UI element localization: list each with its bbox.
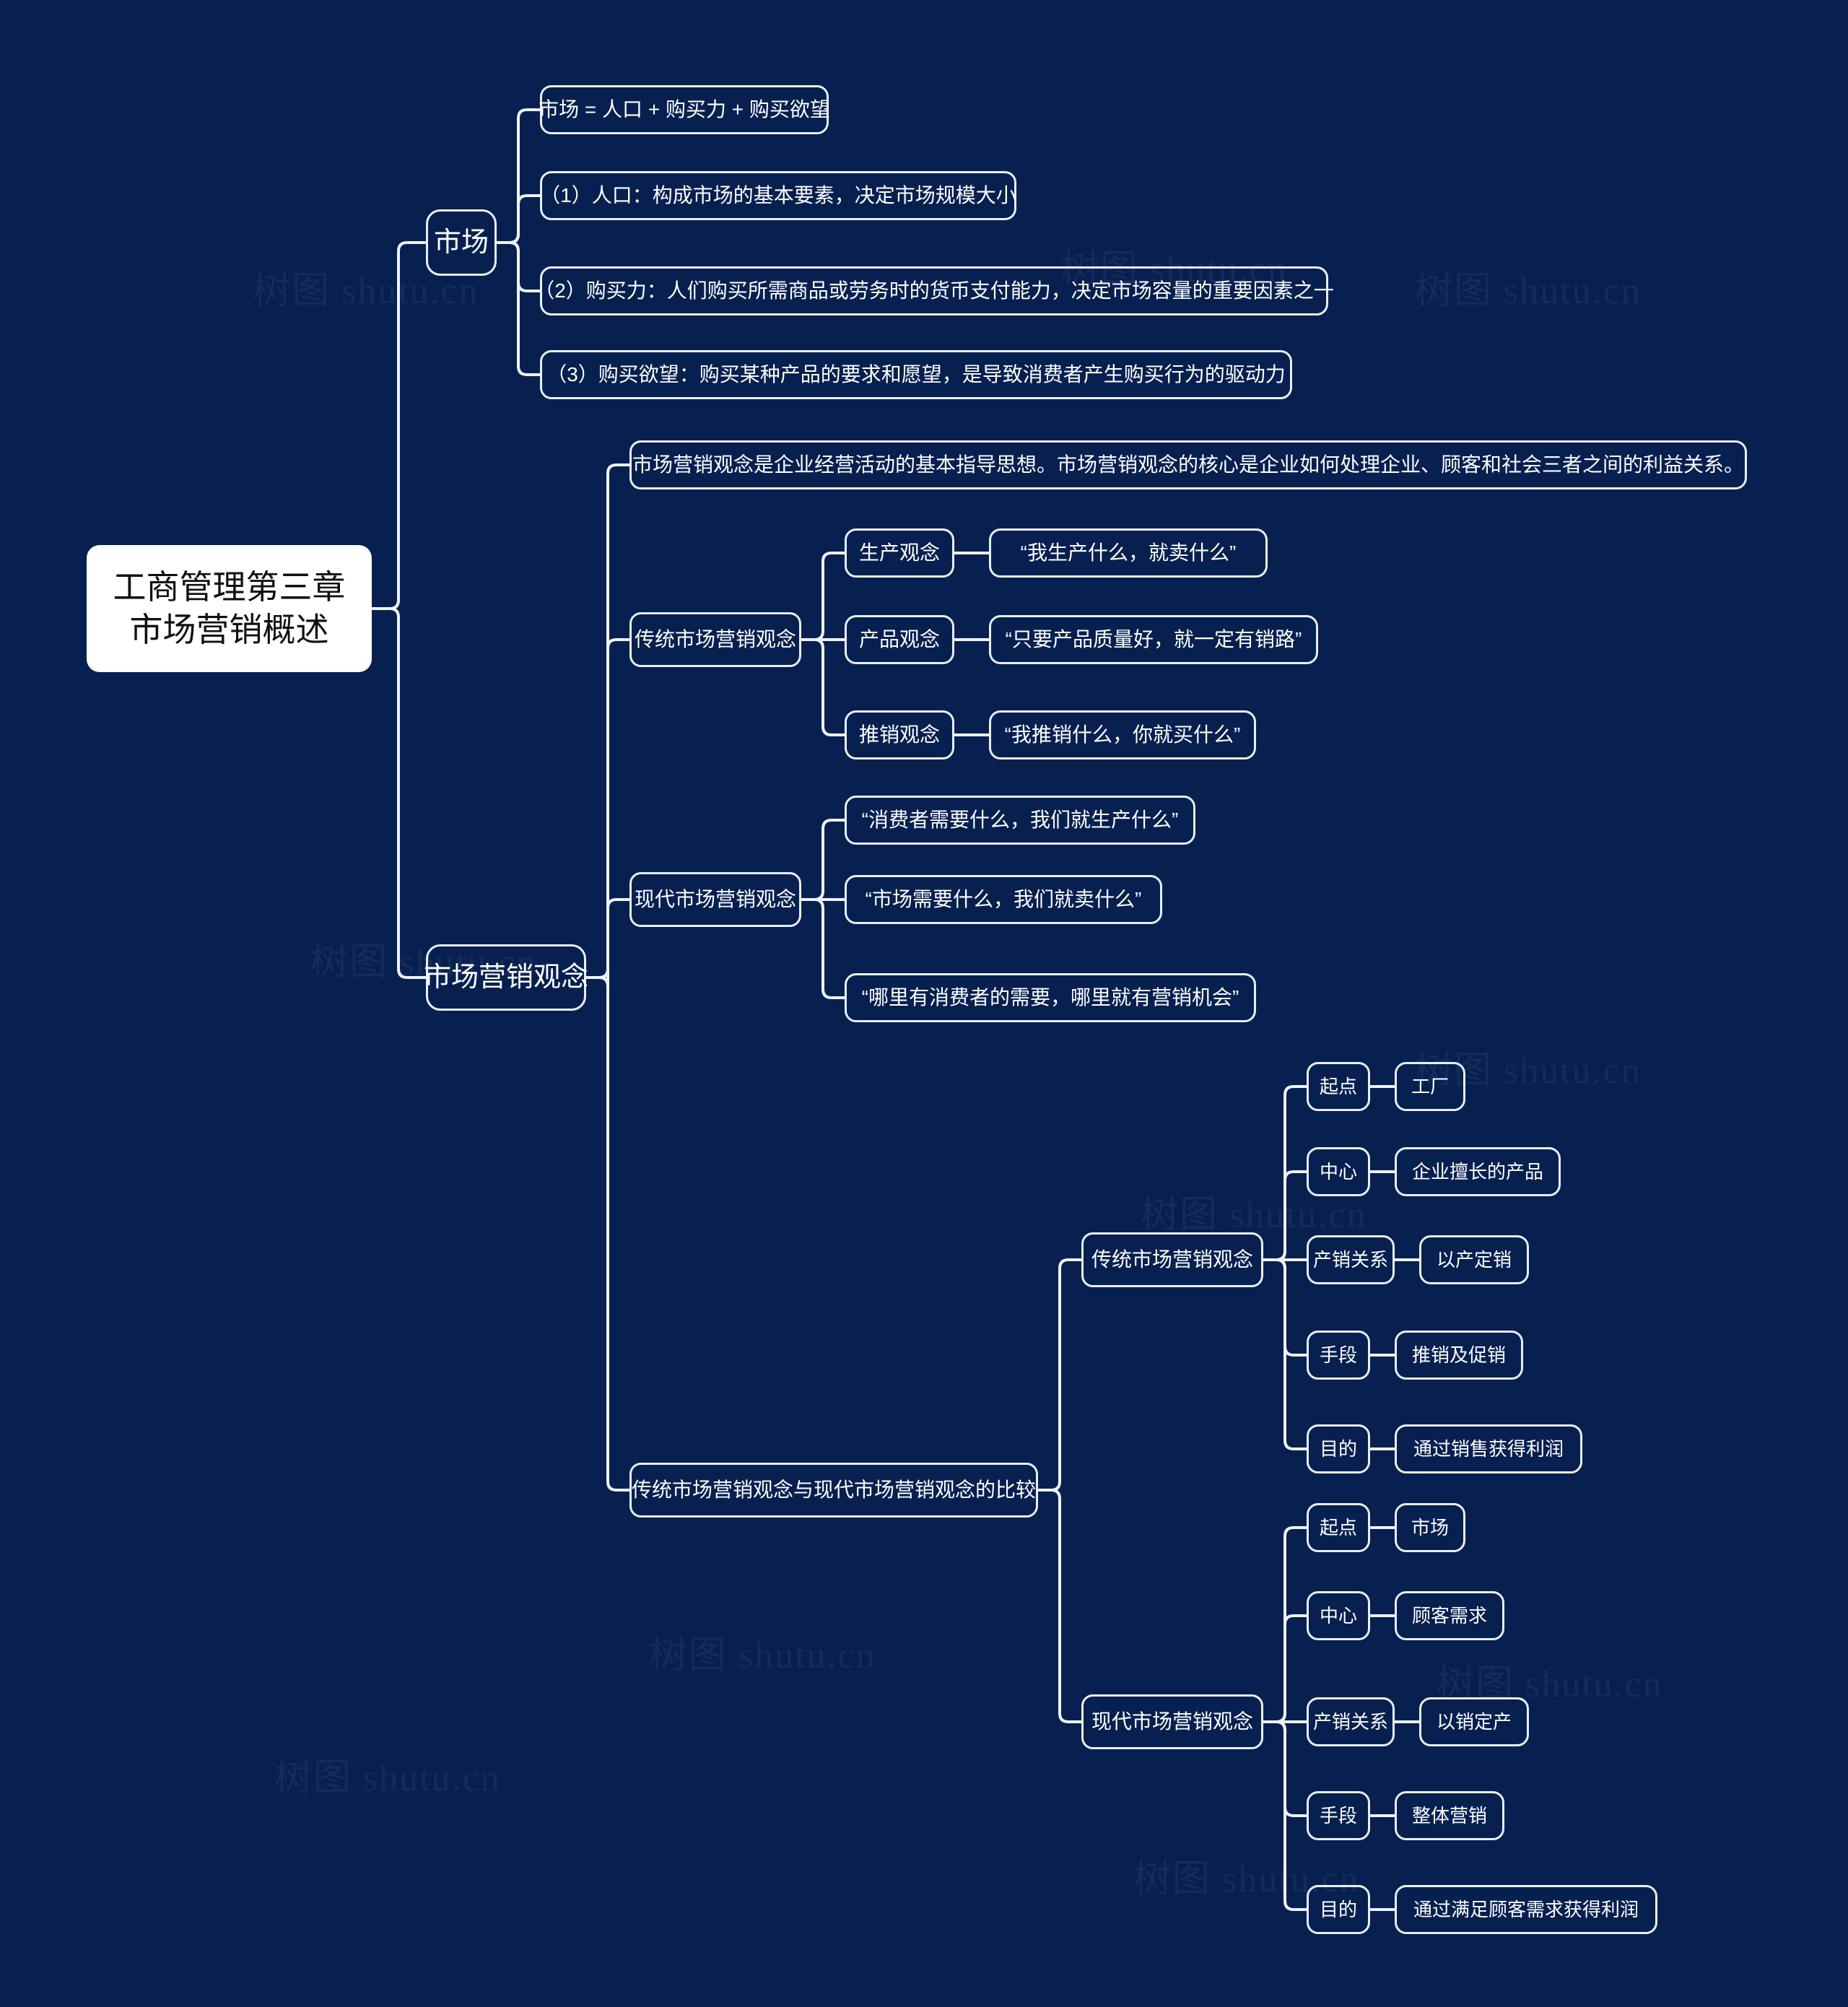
market-population[interactable]: （1）人口：构成市场的基本要素，决定市场规模大小 (540, 171, 1016, 220)
trad-row-value-relation[interactable]: 以产定销 (1419, 1235, 1529, 1284)
watermark: 树图 shutu.cn (274, 1758, 501, 1799)
trad-row-key-start[interactable]: 起点 (1307, 1062, 1370, 1111)
root-title-line1: 工商管理第三章 (113, 568, 346, 606)
market-formula[interactable]: 市场 = 人口 + 购买力 + 购买欲望 (539, 85, 830, 134)
comparison-traditional-label: 传统市场营销观念 (1091, 1248, 1254, 1271)
mod-row-value-means-label: 整体营销 (1411, 1805, 1487, 1827)
trad-row-value-means-label: 推销及促销 (1411, 1344, 1506, 1366)
market-formula-label: 市场 = 人口 + 购买力 + 购买欲望 (539, 98, 830, 121)
root-node[interactable]: 工商管理第三章 市场营销概述 (87, 545, 372, 672)
mod-row-key-start[interactable]: 起点 (1307, 1503, 1370, 1552)
mod-row-value-relation[interactable]: 以销定产 (1419, 1697, 1529, 1746)
market-purchase-desire[interactable]: （3）购买欲望：购买某种产品的要求和愿望，是导致消费者产生购买行为的驱动力 (540, 350, 1292, 399)
trad-row-value-center[interactable]: 企业擅长的产品 (1395, 1147, 1561, 1196)
modern-slogan-2-label: “市场需要什么，我们就卖什么” (865, 888, 1142, 910)
mod-row-key-means[interactable]: 手段 (1307, 1791, 1370, 1840)
trad-row-value-start-label: 工厂 (1411, 1076, 1450, 1097)
trad-row-key-purpose[interactable]: 目的 (1307, 1424, 1370, 1473)
modern-slogan-2[interactable]: “市场需要什么，我们就卖什么” (845, 875, 1162, 924)
trad-row-key-means[interactable]: 手段 (1307, 1331, 1370, 1380)
market-purchase-desire-label: （3）购买欲望：购买某种产品的要求和愿望，是导致消费者产生购买行为的驱动力 (546, 363, 1286, 386)
root-title-line2: 市场营销概述 (129, 611, 329, 648)
comparison-traditional[interactable]: 传统市场营销观念 (1081, 1232, 1263, 1287)
traditional-marketing-concept[interactable]: 传统市场营销观念 (629, 612, 801, 667)
modern-slogan-3-label: “哪里有消费者的需要，哪里就有营销机会” (861, 986, 1239, 1009)
trad-row-value-start[interactable]: 工厂 (1395, 1062, 1465, 1111)
modern-marketing-concept[interactable]: 现代市场营销观念 (629, 872, 801, 927)
trad-row-key-means-label: 手段 (1320, 1344, 1358, 1366)
comparison-modern[interactable]: 现代市场营销观念 (1081, 1694, 1263, 1749)
concept-product-label: 产品观念 (859, 628, 941, 650)
mod-row-value-center-label: 顾客需求 (1411, 1605, 1487, 1627)
concept-production-label: 生产观念 (859, 541, 941, 564)
concept-selling-slogan[interactable]: “我推销什么，你就买什么” (989, 710, 1256, 759)
mod-row-value-start-label: 市场 (1411, 1517, 1450, 1538)
concept-product-slogan-label: “只要产品质量好，就一定有销路” (1005, 628, 1302, 650)
mod-row-key-purpose[interactable]: 目的 (1307, 1885, 1370, 1934)
mod-row-value-means[interactable]: 整体营销 (1395, 1791, 1504, 1840)
concept-selling-label: 推销观念 (859, 723, 941, 746)
concept-product-slogan[interactable]: “只要产品质量好，就一定有销路” (989, 615, 1318, 664)
mod-row-value-relation-label: 以销定产 (1436, 1711, 1512, 1733)
mod-row-key-start-label: 起点 (1320, 1517, 1358, 1538)
mod-row-key-center-label: 中心 (1320, 1605, 1358, 1627)
mod-row-key-center[interactable]: 中心 (1307, 1591, 1370, 1640)
trad-row-key-start-label: 起点 (1320, 1076, 1358, 1097)
mod-row-value-start[interactable]: 市场 (1395, 1503, 1465, 1552)
mod-row-key-purpose-label: 目的 (1320, 1899, 1358, 1920)
trad-row-value-relation-label: 以产定销 (1436, 1249, 1512, 1271)
mod-row-key-relation[interactable]: 产销关系 (1307, 1697, 1395, 1746)
trad-row-value-purpose[interactable]: 通过销售获得利润 (1395, 1424, 1582, 1473)
mod-row-value-center[interactable]: 顾客需求 (1395, 1591, 1504, 1640)
mindmap-canvas: 树图 shutu.cn 树图 shutu.cn 树图 shutu.cn 树图 s… (0, 0, 1848, 2007)
comparison-node-label: 传统市场营销观念与现代市场营销观念的比较 (632, 1479, 1037, 1501)
modern-slogan-1-label: “消费者需要什么，我们就生产什么” (861, 809, 1179, 831)
trad-row-key-relation-label: 产销关系 (1313, 1249, 1389, 1271)
branch-marketing-concept[interactable]: 市场营销观念 (424, 944, 589, 1011)
trad-row-value-purpose-label: 通过销售获得利润 (1413, 1438, 1564, 1460)
branch-market-label: 市场 (434, 227, 489, 258)
concept-production[interactable]: 生产观念 (845, 528, 954, 578)
trad-row-key-relation[interactable]: 产销关系 (1307, 1235, 1395, 1284)
marketing-concept-definition[interactable]: 市场营销观念是企业经营活动的基本指导思想。市场营销观念的核心是企业如何处理企业、… (629, 440, 1747, 489)
mod-row-value-purpose-label: 通过满足顾客需求获得利润 (1413, 1899, 1639, 1920)
concept-production-slogan-label: “我生产什么，就卖什么” (1020, 541, 1237, 564)
concept-product[interactable]: 产品观念 (845, 615, 954, 664)
trad-row-value-means[interactable]: 推销及促销 (1395, 1331, 1523, 1380)
traditional-marketing-concept-label: 传统市场营销观念 (635, 628, 797, 650)
concept-selling[interactable]: 推销观念 (845, 710, 954, 759)
branch-market[interactable]: 市场 (426, 209, 497, 276)
comparison-modern-label: 现代市场营销观念 (1091, 1710, 1254, 1733)
mod-row-key-means-label: 手段 (1320, 1805, 1358, 1827)
market-purchasing-power-label: （2）购买力：人们购买所需商品或劳务时的货币支付能力，决定市场容量的重要因素之一 (534, 279, 1334, 302)
marketing-concept-definition-label: 市场营销观念是企业经营活动的基本指导思想。市场营销观念的核心是企业如何处理企业、… (632, 453, 1745, 476)
modern-slogan-1[interactable]: “消费者需要什么，我们就生产什么” (845, 796, 1195, 845)
market-population-label: （1）人口：构成市场的基本要素，决定市场规模大小 (540, 184, 1016, 206)
trad-row-value-center-label: 企业擅长的产品 (1411, 1161, 1543, 1183)
modern-marketing-concept-label: 现代市场营销观念 (635, 888, 797, 910)
concept-production-slogan[interactable]: “我生产什么，就卖什么” (989, 528, 1268, 578)
trad-row-key-center-label: 中心 (1320, 1161, 1358, 1183)
branch-marketing-concept-label: 市场营销观念 (424, 962, 589, 993)
modern-slogan-3[interactable]: “哪里有消费者的需要，哪里就有营销机会” (845, 973, 1256, 1022)
market-purchasing-power[interactable]: （2）购买力：人们购买所需商品或劳务时的货币支付能力，决定市场容量的重要因素之一 (534, 266, 1334, 315)
trad-row-key-purpose-label: 目的 (1320, 1438, 1358, 1460)
mod-row-key-relation-label: 产销关系 (1313, 1711, 1389, 1733)
trad-row-key-center[interactable]: 中心 (1307, 1147, 1370, 1196)
watermark: 树图 shutu.cn (650, 1635, 876, 1676)
comparison-node[interactable]: 传统市场营销观念与现代市场营销观念的比较 (629, 1463, 1038, 1518)
watermark: 树图 shutu.cn (1415, 271, 1642, 312)
concept-selling-slogan-label: “我推销什么，你就买什么” (1004, 723, 1241, 746)
mod-row-value-purpose[interactable]: 通过满足顾客需求获得利润 (1395, 1885, 1657, 1934)
